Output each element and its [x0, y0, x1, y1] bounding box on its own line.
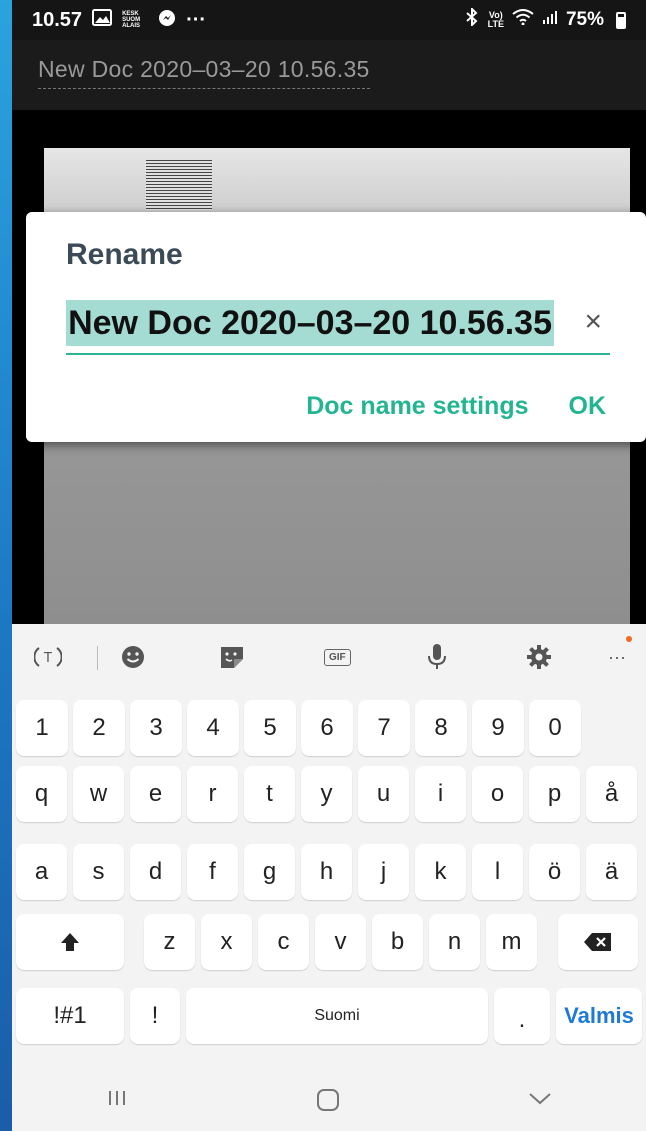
backspace-key[interactable] — [558, 914, 638, 970]
space-bar[interactable]: Suomi — [186, 988, 488, 1044]
key-f[interactable]: f — [187, 844, 238, 900]
sticker-icon[interactable] — [218, 642, 246, 672]
key-e[interactable]: e — [130, 766, 181, 822]
key-k[interactable]: k — [415, 844, 466, 900]
key-h[interactable]: h — [301, 844, 352, 900]
key-4[interactable]: 4 — [187, 700, 239, 756]
key-z[interactable]: z — [144, 914, 195, 970]
notification-dot — [625, 636, 632, 642]
key-q[interactable]: q — [16, 766, 67, 822]
shift-arrow-icon — [61, 933, 79, 951]
done-key[interactable]: Valmis — [556, 988, 642, 1044]
key-n[interactable]: n — [429, 914, 480, 970]
gallery-notification-icon — [92, 9, 113, 31]
document-title[interactable]: New Doc 2020–03–20 10.56.35 — [38, 56, 370, 89]
key-g[interactable]: g — [244, 844, 295, 900]
filename-input[interactable]: New Doc 2020–03–20 10.56.35 — [66, 300, 554, 346]
soft-keyboard: T GIF ··· 1 2 3 4 5 6 7 8 9 0 q w e r t … — [12, 624, 646, 1131]
clear-icon[interactable]: × — [584, 307, 602, 337]
selected-filename-text[interactable]: New Doc 2020–03–20 10.56.35 — [66, 300, 554, 346]
wifi-icon — [512, 9, 534, 31]
key-y[interactable]: y — [301, 766, 352, 822]
dialog-title: Rename — [66, 238, 183, 271]
text-recognition-icon[interactable]: T — [34, 642, 62, 672]
key-d[interactable]: d — [130, 844, 181, 900]
key-2[interactable]: 2 — [73, 700, 125, 756]
bluetooth-icon — [464, 6, 480, 32]
key-a[interactable]: a — [16, 844, 67, 900]
messenger-notification-icon — [158, 9, 176, 32]
microphone-icon[interactable] — [426, 642, 448, 672]
more-options-icon[interactable]: ··· — [608, 636, 632, 672]
symbols-key[interactable]: !#1 — [16, 988, 124, 1044]
status-bar: 10.57 KESK SUOM ALAIS ··· Vo) LTE 75% — [12, 0, 646, 40]
key-a-ring[interactable]: å — [586, 766, 637, 822]
key-7[interactable]: 7 — [358, 700, 410, 756]
keyboard-toolbar: T GIF ··· — [12, 624, 646, 690]
doc-name-settings-button[interactable]: Doc name settings — [306, 392, 528, 421]
key-x[interactable]: x — [201, 914, 252, 970]
exclamation-key[interactable]: ! — [130, 988, 180, 1044]
period-key[interactable]: . — [494, 988, 550, 1044]
key-i[interactable]: i — [415, 766, 466, 822]
status-time: 10.57 — [32, 8, 83, 31]
app-title-bar: New Doc 2020–03–20 10.56.35 — [12, 40, 646, 110]
key-u[interactable]: u — [358, 766, 409, 822]
backspace-icon — [584, 933, 611, 951]
key-w[interactable]: w — [73, 766, 124, 822]
key-o-umlaut[interactable]: ö — [529, 844, 580, 900]
key-l[interactable]: l — [472, 844, 523, 900]
ok-button[interactable]: OK — [569, 392, 607, 421]
shift-key[interactable] — [16, 914, 124, 970]
key-p[interactable]: p — [529, 766, 580, 822]
key-s[interactable]: s — [73, 844, 124, 900]
key-r[interactable]: r — [187, 766, 238, 822]
battery-level: 75% — [565, 9, 604, 30]
more-notifications-icon: ··· — [186, 8, 207, 31]
key-1[interactable]: 1 — [16, 700, 68, 756]
signal-icon — [542, 9, 558, 31]
toolbar-divider — [97, 646, 98, 670]
key-b[interactable]: b — [372, 914, 423, 970]
volte-icon: Vo) LTE — [487, 10, 504, 29]
rename-dialog: Rename New Doc 2020–03–20 10.56.35 × Doc… — [26, 212, 646, 442]
svg-text:T: T — [43, 651, 52, 666]
key-a-umlaut[interactable]: ä — [586, 844, 637, 900]
key-9[interactable]: 9 — [472, 700, 524, 756]
key-j[interactable]: j — [358, 844, 409, 900]
key-o[interactable]: o — [472, 766, 523, 822]
key-8[interactable]: 8 — [415, 700, 467, 756]
key-3[interactable]: 3 — [130, 700, 182, 756]
key-0[interactable]: 0 — [529, 700, 581, 756]
document-content-graphic — [146, 160, 212, 210]
gif-icon[interactable]: GIF — [324, 642, 351, 672]
key-m[interactable]: m — [486, 914, 537, 970]
system-navigation-bar — [12, 1068, 646, 1131]
phone-screen: 10.57 KESK SUOM ALAIS ··· Vo) LTE 75% Ne… — [12, 0, 646, 1131]
key-v[interactable]: v — [315, 914, 366, 970]
battery-icon — [616, 11, 626, 29]
key-6[interactable]: 6 — [301, 700, 353, 756]
filename-field[interactable]: New Doc 2020–03–20 10.56.35 × — [66, 297, 610, 355]
key-c[interactable]: c — [258, 914, 309, 970]
news-notification-icon: KESK SUOM ALAIS — [122, 11, 141, 29]
chevron-down-icon[interactable] — [529, 1088, 551, 1111]
emoji-icon[interactable] — [120, 642, 146, 672]
key-5[interactable]: 5 — [244, 700, 296, 756]
recents-icon[interactable] — [107, 1087, 127, 1113]
key-t[interactable]: t — [244, 766, 295, 822]
settings-gear-icon[interactable] — [526, 642, 552, 672]
home-icon[interactable] — [317, 1088, 339, 1111]
